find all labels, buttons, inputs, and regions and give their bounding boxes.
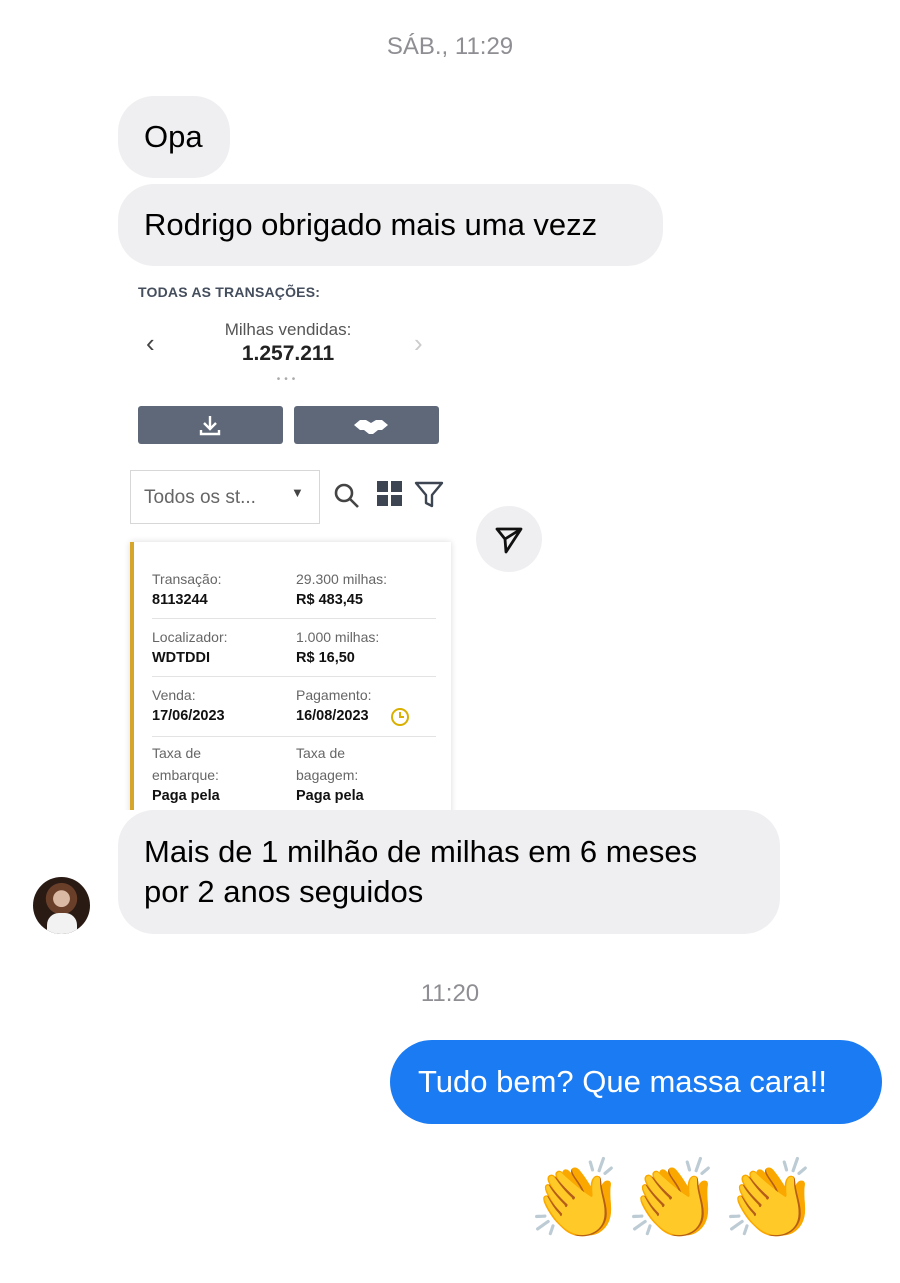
message-text-line2: por 2 anos seguidos <box>144 874 424 909</box>
download-icon <box>199 416 221 436</box>
payment-label: Pagamento: <box>296 687 372 703</box>
baggage-fee-label-2: bagagem: <box>296 767 359 783</box>
miles-amount-label: 29.300 milhas: <box>296 571 388 587</box>
baggage-fee-label-1: Taxa de <box>296 745 346 761</box>
message-bubble-opa[interactable]: Opa <box>118 96 230 178</box>
status-select-value: Todos os st... <box>144 487 256 508</box>
message-text: Opa <box>144 119 203 154</box>
per-thousand-label: 1.000 milhas: <box>296 629 380 645</box>
send-icon <box>495 527 523 554</box>
divider <box>152 618 436 619</box>
message-timestamp: 11:20 <box>420 980 480 1007</box>
message-bubble-milestone[interactable]: Mais de 1 milhão de milhas em 6 meses po… <box>118 810 780 934</box>
status-select: Todos os st... ▼ <box>130 470 320 524</box>
transactions-heading: TODAS AS TRANSAÇÕES: <box>138 284 321 300</box>
forward-button[interactable] <box>476 506 542 572</box>
pager-dots: ••• <box>276 374 300 385</box>
divider <box>152 676 436 677</box>
shared-image[interactable]: TODAS AS TRANSAÇÕES: ‹ › Milhas vendidas… <box>118 270 458 810</box>
handshake-button <box>294 406 439 444</box>
transaction-label: Transação: <box>152 571 222 587</box>
payment-value: 16/08/2023 <box>296 708 369 724</box>
transaction-value: 8113244 <box>152 592 208 608</box>
message-text-line1: Mais de 1 milhão de milhas em 6 meses <box>144 834 698 869</box>
per-thousand-value: R$ 16,50 <box>296 650 355 666</box>
sale-label: Venda: <box>152 687 196 703</box>
handshake-icon <box>354 420 388 434</box>
boarding-fee-value: Paga pela <box>152 788 220 804</box>
boarding-fee-label-2: embarque: <box>152 767 219 783</box>
avatar[interactable] <box>33 877 90 934</box>
message-text: Tudo bem? Que massa cara!! <box>418 1064 827 1099</box>
baggage-fee-value: Paga pela <box>296 788 364 804</box>
clapping-hands-emoji-message[interactable]: 👏👏👏 <box>528 1150 819 1250</box>
message-bubble-outgoing[interactable]: Tudo bem? Que massa cara!! <box>390 1040 882 1124</box>
caret-down-icon: ▼ <box>291 485 304 500</box>
transaction-card: Transação: 8113244 29.300 milhas: R$ 483… <box>130 542 451 810</box>
message-bubble-thanks[interactable]: Rodrigo obrigado mais uma vezz <box>118 184 663 266</box>
miles-sold-label: Milhas vendidas: <box>224 320 352 339</box>
message-text: Rodrigo obrigado mais uma vezz <box>144 207 598 242</box>
filter-icon <box>414 481 444 508</box>
miles-amount-value: R$ 483,45 <box>296 592 363 608</box>
search-icon <box>334 483 359 508</box>
download-button <box>138 406 283 444</box>
clock-icon <box>391 708 409 726</box>
divider <box>152 736 436 737</box>
locator-label: Localizador: <box>152 629 228 645</box>
grid-icon <box>377 481 402 506</box>
miles-sold-value: 1.257.211 <box>241 342 335 365</box>
day-timestamp: SÁB., 11:29 <box>386 33 514 60</box>
boarding-fee-label-1: Taxa de <box>152 745 202 761</box>
sale-value: 17/06/2023 <box>152 708 225 724</box>
locator-value: WDTDDI <box>152 650 210 666</box>
